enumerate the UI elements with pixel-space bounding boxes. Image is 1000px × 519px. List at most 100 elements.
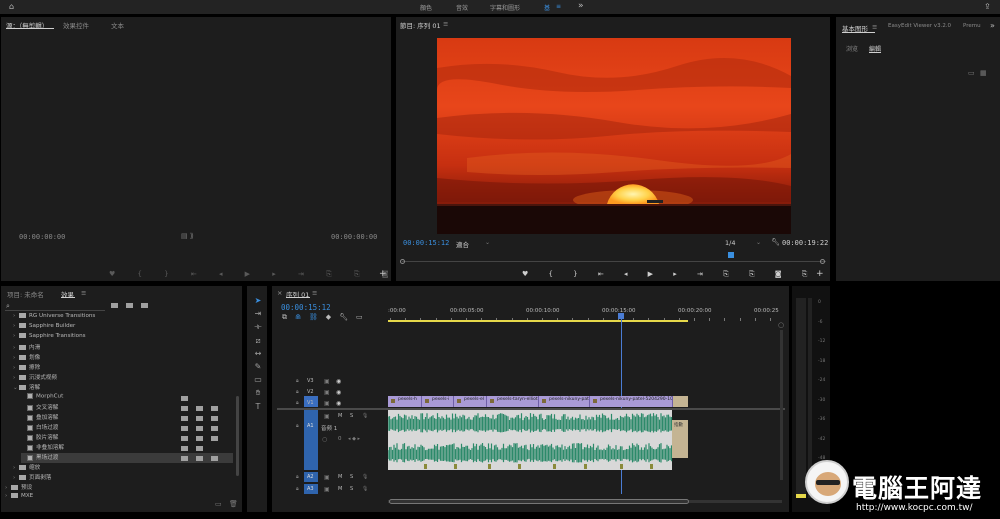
program-scrubber[interactable] <box>402 261 826 262</box>
work-area-bar[interactable] <box>388 320 688 322</box>
workspace-tab-color[interactable]: 顏色 <box>420 3 432 12</box>
microphone-icon[interactable]: 🎙︎ <box>362 413 368 420</box>
track-label-audio[interactable]: A1 <box>307 423 314 429</box>
track-eye-icon[interactable]: ◉ <box>336 400 341 407</box>
track-label-video[interactable]: V2 <box>307 389 314 395</box>
track-lock-icon[interactable]: 🔒︎ <box>296 400 299 407</box>
audio-keyframe-marker[interactable] <box>553 464 556 469</box>
new-item-icon[interactable]: ▦ <box>980 70 987 77</box>
timeline-vscroll[interactable] <box>780 330 783 480</box>
program-playhead-marker[interactable] <box>728 252 734 258</box>
track-solo-button[interactable]: S <box>350 413 353 419</box>
program-resolution-select[interactable]: 1/4 <box>725 239 735 247</box>
resolution-dropdown-icon[interactable]: ⌄ <box>756 239 761 246</box>
effect-item[interactable]: 白场过渡 <box>21 423 58 433</box>
effects-folder[interactable]: › 沉浸式视频 <box>13 373 57 383</box>
source-add-icon[interactable]: + <box>379 270 387 279</box>
new-folder-icon[interactable]: ▭ <box>215 501 222 508</box>
audio-keyframe-marker[interactable] <box>650 464 653 469</box>
snap-icon[interactable]: ⋒ <box>295 313 309 321</box>
tab-easyedit[interactable]: EasyEdit Viewer v3.2.0 <box>888 23 951 29</box>
video-clip-tail[interactable] <box>673 396 688 407</box>
linked-selection-icon[interactable]: ⛓︎ <box>309 313 326 321</box>
tab-project[interactable]: 项目: 未命名 <box>7 289 44 299</box>
effect-item[interactable]: MorphCut <box>21 393 63 403</box>
effects-folder[interactable]: › RG Universe Transitions <box>13 313 95 323</box>
track-label-audio[interactable]: A3 <box>307 486 314 492</box>
effects-folder[interactable]: › 内滑 <box>13 343 40 353</box>
share-icon[interactable]: ⇪ <box>984 3 991 11</box>
subtab-browse[interactable]: 浏览 <box>846 44 858 53</box>
track-mute-button[interactable]: M <box>338 413 342 419</box>
nest-icon[interactable]: ⧉ <box>282 313 295 321</box>
audio-keyframe-marker[interactable] <box>620 464 623 469</box>
audio-keyframe-marker[interactable] <box>518 464 521 469</box>
effects-folder[interactable]: › 缩放 <box>13 463 40 473</box>
type-tool-icon[interactable]: T <box>253 402 263 412</box>
track-label-video[interactable]: V1 <box>307 400 314 406</box>
accelerated-filter-icon[interactable] <box>111 303 118 308</box>
rectangle-tool-icon[interactable]: ▭ <box>253 375 263 385</box>
track-lock-icon[interactable]: 🔒︎ <box>296 378 299 385</box>
hand-tool-icon[interactable]: ✋︎ <box>253 388 263 398</box>
audio-keyframe-marker[interactable] <box>454 464 457 469</box>
effects-folder[interactable]: › 页面剥落 <box>13 473 51 483</box>
razor-tool-icon[interactable]: ⧄ <box>253 336 263 346</box>
effects-folder[interactable]: ⌄ 溶解 <box>13 383 40 393</box>
timeline-timecode[interactable]: 00:00:15:12 <box>281 303 331 312</box>
microphone-icon[interactable]: 🎙︎ <box>362 486 368 493</box>
timeline-menu-icon[interactable]: ≡ <box>312 289 317 297</box>
source-settings-icon[interactable]: ▤ ⟫ <box>181 233 194 240</box>
tab-effect-controls[interactable]: 效果控件 <box>63 20 89 30</box>
effects-folder[interactable]: › Sapphire Builder <box>13 323 75 333</box>
microphone-icon[interactable]: 🎙︎ <box>362 474 368 481</box>
track-mute-button[interactable]: M <box>338 486 342 492</box>
audio-waveform[interactable] <box>388 410 688 470</box>
effects-folder[interactable]: › MXE <box>5 493 33 503</box>
track-eye-icon[interactable]: ◉ <box>336 389 341 396</box>
workspace-tab-audio[interactable]: 音效 <box>456 3 468 12</box>
track-sync-icon[interactable]: ▣ <box>324 389 330 396</box>
track-target-a1[interactable] <box>304 410 318 470</box>
track-sync-icon[interactable]: ▣ <box>324 486 330 493</box>
tab-premu[interactable]: Premu <box>963 23 981 29</box>
track-solo-button[interactable]: S <box>350 474 353 480</box>
track-mute-button[interactable]: M <box>338 474 342 480</box>
effects-folder[interactable]: › 预设 <box>5 483 32 493</box>
track-select-tool-icon[interactable]: ⇥ <box>253 309 263 319</box>
audio-keyframe-marker[interactable] <box>584 464 587 469</box>
program-timecode-current[interactable]: 00:00:15:12 <box>403 239 449 247</box>
track-sync-icon[interactable]: ▣ <box>324 474 330 481</box>
effects-menu-icon[interactable]: ≡ <box>81 289 86 297</box>
audio-keyframe-icon[interactable]: ○ <box>322 436 327 443</box>
effects-folder[interactable]: › 擦除 <box>13 363 40 373</box>
home-icon[interactable]: ⌂ <box>9 3 14 11</box>
effects-folder[interactable]: › 划像 <box>13 353 40 363</box>
track-lock-icon[interactable]: 🔒︎ <box>296 389 299 396</box>
workspace-tab-menu[interactable]: ≡ <box>556 3 561 10</box>
yuv-filter-icon[interactable] <box>141 303 148 308</box>
effect-item[interactable]: 交叉溶解 <box>21 403 58 413</box>
fit-dropdown-icon[interactable]: ⌄ <box>485 239 490 246</box>
right-panel-overflow[interactable]: » <box>990 21 995 30</box>
keyframe-nav-icon[interactable]: ◂ ◆ ▸ <box>348 436 360 443</box>
delete-icon[interactable]: 🗑︎ <box>229 501 238 508</box>
audio-volume-value[interactable]: 0 <box>338 436 342 442</box>
program-menu-icon[interactable]: ≡ <box>443 20 448 28</box>
selection-tool-icon[interactable]: ➤ <box>253 296 263 306</box>
track-sync-icon[interactable]: ▣ <box>324 413 330 420</box>
audio-keyframe-marker[interactable] <box>424 464 427 469</box>
video-clip[interactable]: pexels-h <box>388 396 422 407</box>
workspace-overflow[interactable]: » <box>578 1 584 11</box>
pen-tool-icon[interactable]: ✎ <box>253 362 263 372</box>
track-sync-icon[interactable]: ▣ <box>324 378 330 385</box>
essential-graphics-menu[interactable]: ≡ <box>872 23 877 31</box>
video-clip[interactable]: pexels-nikuny-patel-5204290-1080 <box>590 396 673 407</box>
track-label-video[interactable]: V3 <box>307 378 314 384</box>
add-marker-icon[interactable]: ◆ <box>326 313 339 321</box>
effects-search-input[interactable]: ⌕ <box>5 302 105 311</box>
effects-scrollbar[interactable] <box>236 396 239 476</box>
ripple-edit-tool-icon[interactable]: ⟛ <box>253 322 263 332</box>
audio-keyframe-marker[interactable] <box>488 464 491 469</box>
program-add-icon[interactable]: + <box>816 270 824 279</box>
